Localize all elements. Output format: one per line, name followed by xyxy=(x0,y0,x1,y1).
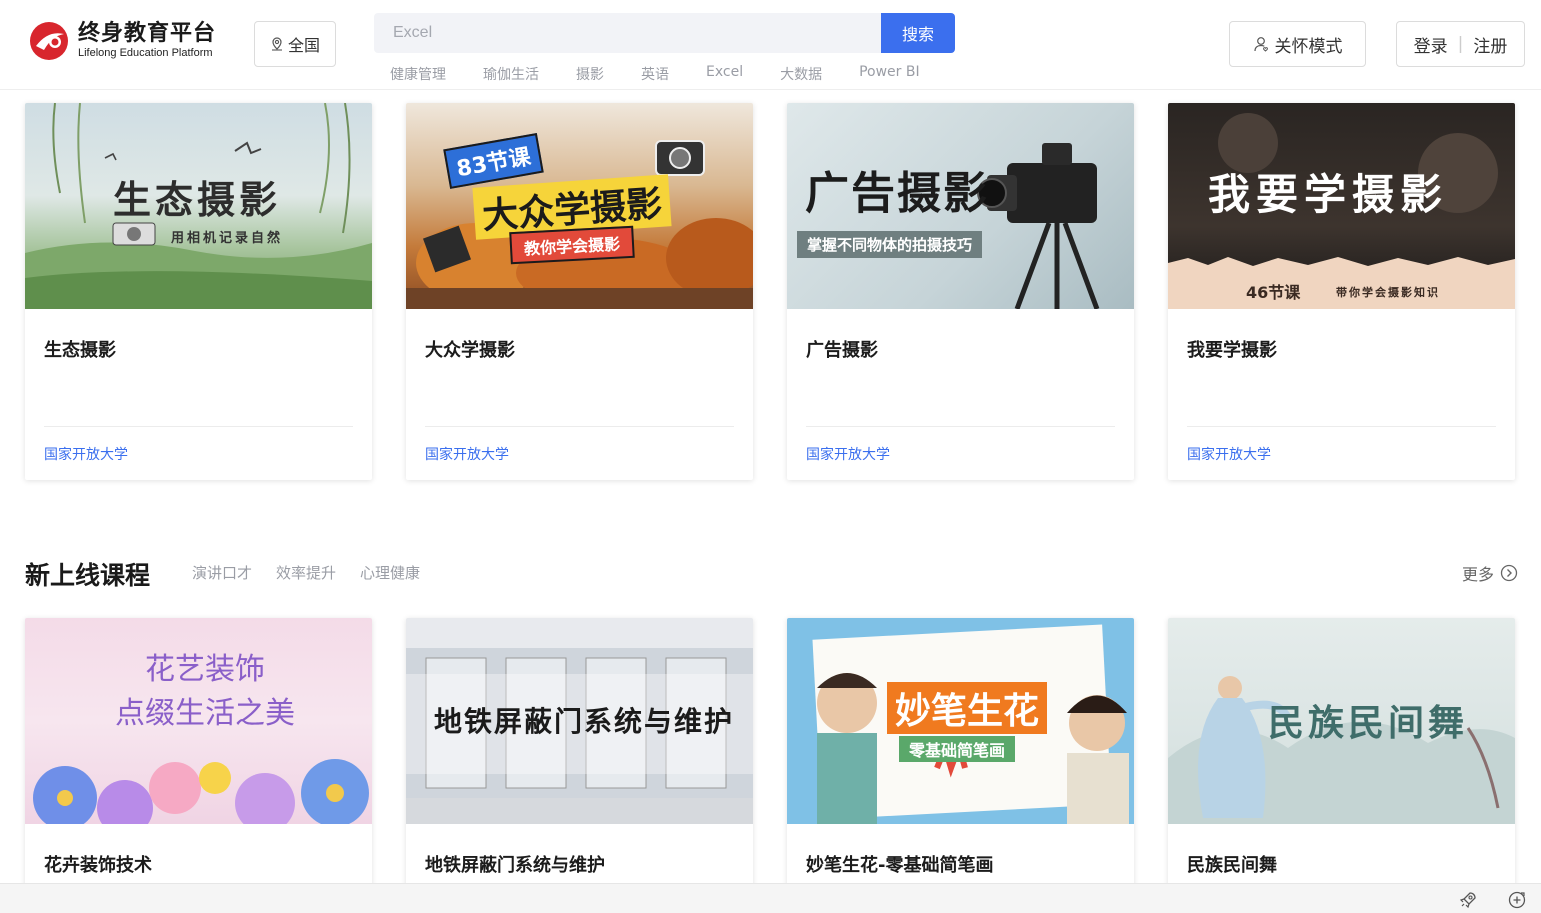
course-organization[interactable]: 国家开放大学 xyxy=(1168,446,1515,464)
hot-word-link[interactable]: 英语 xyxy=(641,64,669,84)
region-selector-button[interactable]: 全国 xyxy=(254,21,336,67)
course-organization[interactable]: 国家开放大学 xyxy=(406,446,753,464)
logo-subtitle: Lifelong Education Platform xyxy=(78,47,213,59)
cover-title-text: 我要学摄影 xyxy=(1208,170,1449,219)
cover-subtitle-text: 用相机记录自然 xyxy=(171,231,284,246)
section-tab[interactable]: 心理健康 xyxy=(360,562,420,583)
course-title[interactable]: 地铁屏蔽门系统与维护 xyxy=(406,854,753,878)
cover-title-text: 民族民间舞 xyxy=(1268,702,1469,744)
cover-subtitle-text: 教你学会摄影 xyxy=(509,225,635,265)
more-link[interactable]: 更多 xyxy=(1462,561,1518,585)
site-logo[interactable]: 终身教育平台 Lifelong Education Platform xyxy=(28,20,216,62)
hot-word-link[interactable]: Excel xyxy=(706,64,743,84)
cover-title-text: 妙笔生花 xyxy=(887,682,1048,734)
course-card[interactable]: 我要学摄影 46节课 带你学会摄影知识 我要学摄影 国家开放大学 xyxy=(1168,103,1515,480)
care-mode-label: 关怀模式 xyxy=(1274,36,1343,57)
course-card[interactable]: 地铁屏蔽门系统与维护 地铁屏蔽门系统与维护 xyxy=(406,618,753,908)
card-divider xyxy=(425,426,734,427)
course-title[interactable]: 生态摄影 xyxy=(25,339,372,363)
course-card[interactable]: 妙笔生花 零基础简笔画 妙笔生花-零基础简笔画 xyxy=(787,618,1134,908)
cover-title-line1: 花艺装饰 xyxy=(145,652,265,687)
logo-title: 终身教育平台 xyxy=(78,21,217,46)
course-card[interactable]: 广告摄影 掌握不同物体的拍摄技巧 广告摄影 国家开放大学 xyxy=(787,103,1134,480)
search-bar: 搜索 xyxy=(374,13,955,53)
course-cover-image[interactable]: 生态摄影 用相机记录自然 xyxy=(25,103,372,309)
course-cover-image[interactable]: 广告摄影 掌握不同物体的拍摄技巧 xyxy=(787,103,1134,309)
course-title[interactable]: 广告摄影 xyxy=(787,339,1134,363)
add-feedback-icon[interactable] xyxy=(1507,890,1527,910)
course-organization[interactable]: 国家开放大学 xyxy=(25,446,372,464)
course-title[interactable]: 花卉装饰技术 xyxy=(25,854,372,878)
course-cover-image[interactable]: 妙笔生花 零基础简笔画 xyxy=(787,618,1134,824)
hot-search-words: 健康管理 瑜伽生活 摄影 英语 Excel 大数据 Power BI xyxy=(374,64,941,84)
course-card[interactable]: 生态摄影 用相机记录自然 生态摄影 国家开放大学 xyxy=(25,103,372,480)
course-card[interactable]: 民族民间舞 民族民间舞 xyxy=(1168,618,1515,908)
hot-word-link[interactable]: 摄影 xyxy=(576,64,604,84)
section-tab[interactable]: 效率提升 xyxy=(276,562,336,583)
hot-word-link[interactable]: 大数据 xyxy=(780,64,822,84)
register-link[interactable]: 注册 xyxy=(1473,32,1507,57)
site-header: 终身教育平台 Lifelong Education Platform 全国 搜索… xyxy=(0,0,1541,90)
course-cover-image[interactable]: 地铁屏蔽门系统与维护 xyxy=(406,618,753,824)
course-cover-image[interactable]: 花艺装饰 点缀生活之美 xyxy=(25,618,372,824)
cover-subtitle-text: 零基础简笔画 xyxy=(899,736,1016,762)
course-title[interactable]: 妙笔生花-零基础简笔画 xyxy=(787,854,1134,878)
cover-subtitle-text: 掌握不同物体的拍摄技巧 xyxy=(797,231,983,258)
auth-links: 登录 | 注册 xyxy=(1396,21,1525,67)
course-title[interactable]: 大众学摄影 xyxy=(406,339,753,363)
hot-word-link[interactable]: 健康管理 xyxy=(390,64,446,84)
course-card[interactable]: 花艺装饰 点缀生活之美 花卉装饰技术 xyxy=(25,618,372,908)
hot-word-link[interactable]: Power BI xyxy=(859,64,920,84)
rocket-icon[interactable] xyxy=(1458,890,1478,910)
course-title[interactable]: 民族民间舞 xyxy=(1168,854,1515,878)
section-tabs: 演讲口才 效率提升 心理健康 xyxy=(192,562,444,583)
card-divider xyxy=(1187,426,1496,427)
cover-title-text: 生态摄影 xyxy=(113,177,282,222)
login-link[interactable]: 登录 xyxy=(1414,32,1448,57)
cover-title-text: 地铁屏蔽门系统与维护 xyxy=(434,705,735,738)
course-title[interactable]: 我要学摄影 xyxy=(1168,339,1515,363)
bottom-toolbar xyxy=(0,883,1541,913)
course-cover-image[interactable]: 83节课 大众学摄影 教你学会摄影 xyxy=(406,103,753,309)
section-title: 新上线课程 xyxy=(25,561,151,590)
user-care-icon xyxy=(1253,36,1268,52)
chevron-right-circle-icon xyxy=(1500,564,1518,582)
care-mode-button[interactable]: 关怀模式 xyxy=(1229,21,1366,67)
region-label: 全国 xyxy=(287,36,320,55)
course-card[interactable]: 83节课 大众学摄影 教你学会摄影 大众学摄影 国家开放大学 xyxy=(406,103,753,480)
more-label: 更多 xyxy=(1462,565,1495,584)
search-input[interactable] xyxy=(374,13,881,53)
hot-word-link[interactable]: 瑜伽生活 xyxy=(483,64,539,84)
course-cover-image[interactable]: 我要学摄影 46节课 带你学会摄影知识 xyxy=(1168,103,1515,309)
card-divider xyxy=(806,426,1115,427)
logo-emblem-icon xyxy=(28,20,70,62)
section-tab[interactable]: 演讲口才 xyxy=(192,562,252,583)
location-pin-icon xyxy=(271,37,282,51)
course-cover-image[interactable]: 民族民间舞 xyxy=(1168,618,1515,824)
cover-title-line2: 点缀生活之美 xyxy=(115,696,295,731)
auth-divider: | xyxy=(1457,34,1464,54)
cover-subtitle-text: 带你学会摄影知识 xyxy=(1336,286,1440,299)
cover-badge-text: 46节课 xyxy=(1246,283,1301,302)
cover-title-text: 广告摄影 xyxy=(805,168,989,219)
card-divider xyxy=(44,426,353,427)
course-organization[interactable]: 国家开放大学 xyxy=(787,446,1134,464)
search-button[interactable]: 搜索 xyxy=(881,13,955,53)
